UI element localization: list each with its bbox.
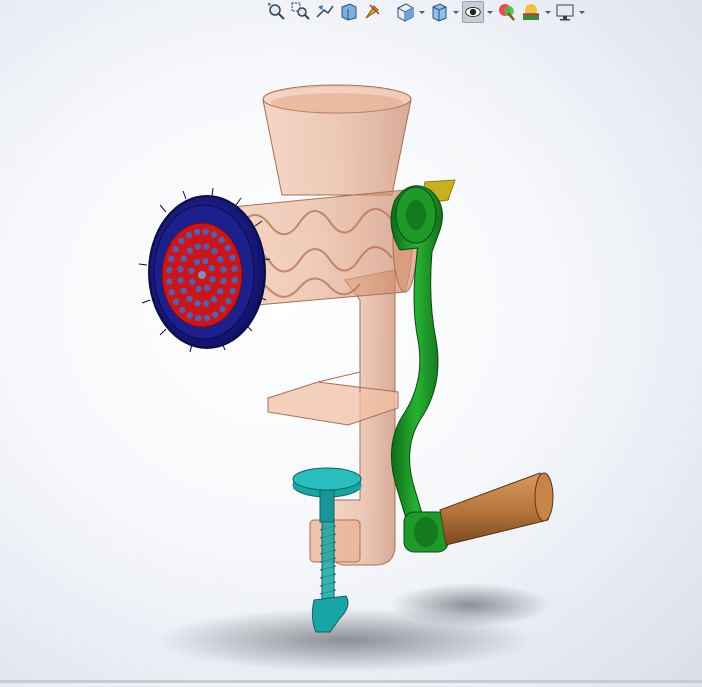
model-view[interactable] <box>0 26 702 683</box>
chevron-down-icon <box>545 11 551 14</box>
chevron-down-icon <box>487 11 493 14</box>
view-orientation-dropdown[interactable] <box>418 1 426 23</box>
edit-appearance-icon <box>499 4 515 21</box>
edit-appearance-button[interactable] <box>496 1 518 23</box>
chevron-down-icon <box>419 11 425 14</box>
view-orientation-button[interactable] <box>394 1 416 23</box>
zoom-to-fit-icon <box>268 3 285 20</box>
display-style-dropdown[interactable] <box>452 1 460 23</box>
section-view-icon <box>341 3 357 21</box>
zoom-to-area-button[interactable] <box>290 1 312 23</box>
apply-scene-dropdown[interactable] <box>544 1 552 23</box>
crank-arm[interactable] <box>390 185 449 553</box>
hide-show-items-icon <box>465 7 481 17</box>
apply-scene-button[interactable] <box>520 1 542 23</box>
dynamic-annotation-button[interactable] <box>362 1 384 23</box>
previous-view-icon <box>316 5 334 18</box>
grinder-plate[interactable] <box>161 222 243 328</box>
crank-handle[interactable] <box>439 472 554 546</box>
display-style-button[interactable] <box>428 1 450 23</box>
graphics-area[interactable] <box>0 26 702 683</box>
hopper[interactable] <box>262 84 412 196</box>
hide-show-items-dropdown[interactable] <box>486 1 494 23</box>
model-shadow <box>155 583 550 672</box>
view-toolbar <box>266 0 586 24</box>
chevron-down-icon <box>453 11 459 14</box>
dynamic-annotation-icon <box>365 4 380 19</box>
zoom-to-fit-button[interactable] <box>266 1 288 23</box>
view-settings-button[interactable] <box>554 1 576 23</box>
chevron-down-icon <box>579 11 585 14</box>
view-orientation-icon <box>397 3 414 22</box>
view-settings-icon <box>556 4 574 21</box>
section-view-button[interactable] <box>338 1 360 23</box>
zoom-to-area-icon <box>291 2 310 20</box>
hide-show-items-button[interactable] <box>462 1 484 23</box>
apply-scene-icon <box>523 4 539 20</box>
display-style-icon <box>432 3 447 22</box>
view-settings-dropdown[interactable] <box>578 1 586 23</box>
previous-view-button[interactable] <box>314 1 336 23</box>
